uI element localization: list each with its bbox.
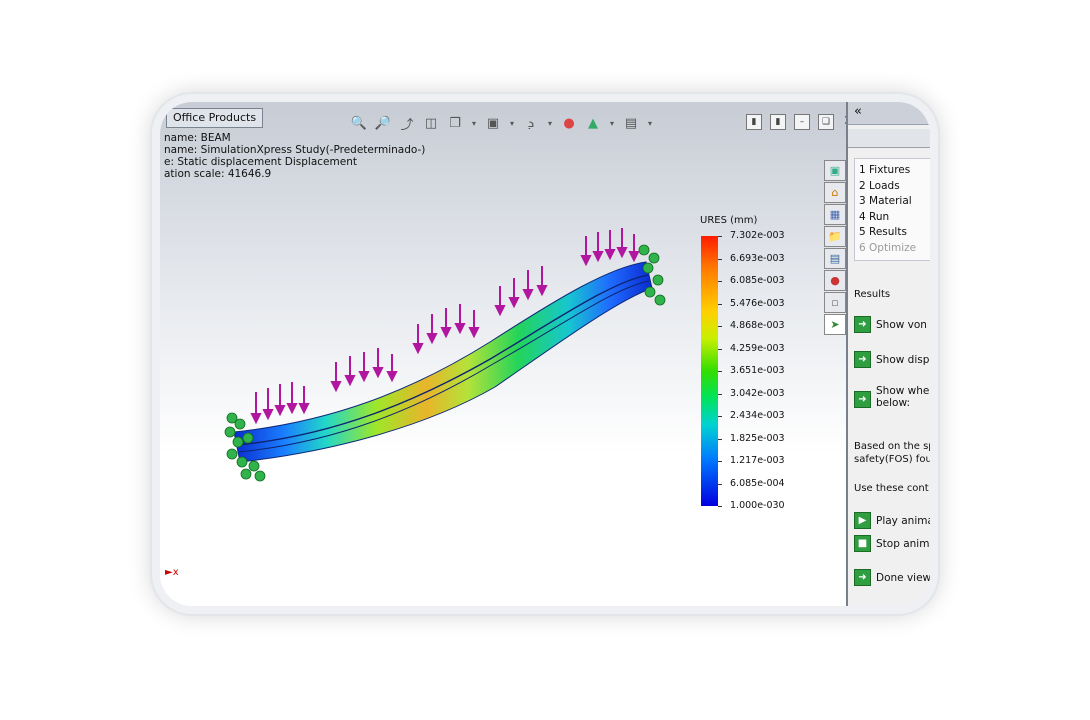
stop-animation-label: Stop anima — [876, 537, 930, 550]
legend-tick — [718, 461, 722, 462]
legend-label: 6.085e-004 — [730, 477, 785, 489]
arrow-right-icon: ➜ — [854, 351, 871, 368]
legend-tick — [718, 483, 722, 485]
legend-label: 7.302e-003 — [730, 230, 785, 241]
legend-label: 1.000e-030 — [730, 500, 785, 511]
show-where-line-1: Show whe — [876, 385, 930, 397]
show-where-button[interactable]: ➜ Show whe below: — [854, 385, 929, 409]
legend-label: 2.434e-003 — [730, 410, 785, 421]
legend-tick — [718, 348, 722, 350]
fos-note: Based on the sp safety(FOS) fou — [854, 440, 930, 466]
legend-label: 1.825e-003 — [730, 432, 785, 444]
view-palette-tab-icon[interactable]: ▤ — [824, 248, 846, 269]
stop-animation-button[interactable]: ■ Stop anima — [854, 535, 930, 552]
beam-plot — [224, 228, 666, 482]
load-arrow-group — [580, 228, 640, 267]
fixture-marker — [234, 418, 246, 430]
home-tab-icon[interactable]: ⌂ — [824, 182, 846, 203]
play-icon: ▶ — [854, 512, 871, 529]
fixture-marker — [642, 262, 654, 274]
fos-note-line-2: safety(FOS) fou — [854, 454, 930, 465]
legend-label: 1.217e-003 — [730, 455, 785, 466]
fixture-marker — [654, 294, 666, 306]
fos-note-line-1: Based on the sp — [854, 441, 930, 452]
fixture-marker — [236, 456, 248, 468]
resources-tab-icon[interactable]: ▣ — [824, 160, 846, 181]
legend-tick — [718, 326, 722, 327]
legend-label: 3.042e-003 — [730, 387, 785, 399]
file-explorer-tab-icon[interactable]: 📁 — [824, 226, 846, 247]
fixture-marker — [652, 274, 664, 286]
show-displacement-label: Show disp — [876, 353, 930, 366]
legend-title: URES (mm) — [700, 215, 758, 226]
axis-triad-icon: ►x — [165, 567, 179, 578]
step-results[interactable]: 5 Results — [859, 225, 927, 241]
beam-flange-line — [237, 274, 649, 446]
legend-color-bar — [701, 236, 718, 506]
arrow-right-icon: ➜ — [854, 391, 871, 408]
design-library-tab-icon[interactable]: ▦ — [824, 204, 846, 225]
load-arrow-group — [494, 266, 548, 317]
legend-tick — [718, 371, 722, 372]
legend-label: 5.476e-003 — [730, 297, 785, 309]
done-viewing-label: Done view — [876, 571, 930, 584]
step-optimize: 6 Optimize — [859, 241, 917, 254]
fixture-marker — [240, 468, 252, 480]
device-frame: Office Products name: BEAM name: Simulat… — [152, 94, 938, 614]
fixture-marker — [254, 470, 266, 482]
controls-note: Use these cont — [854, 483, 929, 494]
legend-tick — [718, 393, 722, 395]
show-von-mises-label: Show von — [876, 318, 927, 331]
legend-tick — [718, 506, 722, 507]
show-displacement-button[interactable]: ➜ Show disp — [854, 351, 929, 368]
fixture-marker — [224, 426, 236, 438]
fixture-marker — [232, 436, 244, 448]
show-where-label: Show whe below: — [876, 385, 929, 409]
play-animation-button[interactable]: ▶ Play anima — [854, 512, 930, 529]
wizard-steps: 1 Fixtures 2 Loads 3 Material 4 Run 5 Re… — [854, 158, 930, 261]
custom-properties-tab-icon[interactable]: ▫ — [824, 292, 846, 313]
legend-label: 4.259e-003 — [730, 342, 785, 354]
simulationxpress-panel: « 1 Fixtures 2 Loads 3 Material 4 Run 5 … — [846, 102, 930, 606]
show-where-line-2: below: — [876, 397, 911, 409]
show-von-mises-button[interactable]: ➜ Show von — [854, 316, 927, 333]
arrow-right-icon: ➜ — [854, 316, 871, 333]
panel-collapse-button[interactable]: « — [848, 102, 930, 125]
fixture-marker — [242, 432, 254, 444]
beam-body — [233, 261, 653, 463]
legend-tick — [718, 281, 722, 282]
legend-label: 6.693e-003 — [730, 252, 785, 264]
legend-tick — [718, 438, 722, 440]
panel-subheader — [848, 129, 930, 148]
screen: Office Products name: BEAM name: Simulat… — [160, 102, 930, 606]
legend-tick — [718, 258, 722, 260]
fixture-marker — [648, 252, 660, 264]
legend-label: 4.868e-003 — [730, 320, 785, 331]
step-fixtures[interactable]: 1 Fixtures — [859, 163, 927, 179]
appearances-tab-icon[interactable]: ● — [824, 270, 846, 291]
load-arrow-group — [250, 382, 310, 425]
step-run[interactable]: 4 Run — [859, 210, 927, 226]
simulationxpress-tab-icon[interactable]: ➤ — [824, 314, 846, 335]
load-arrow-group — [330, 348, 398, 393]
play-animation-label: Play anima — [876, 514, 930, 527]
stop-icon: ■ — [854, 535, 871, 552]
done-viewing-button[interactable]: ➜ Done view — [854, 569, 930, 586]
results-heading: Results — [854, 289, 891, 300]
step-material[interactable]: 3 Material — [859, 194, 927, 210]
fixture-marker — [226, 448, 238, 460]
fixture-marker — [644, 286, 656, 298]
legend-label: 6.085e-003 — [730, 275, 785, 286]
load-arrow-group — [412, 304, 480, 355]
task-pane-tabs: ▣ ⌂ ▦ 📁 ▤ ● ▫ ➤ — [824, 160, 846, 335]
legend-tick — [718, 303, 722, 305]
step-loads[interactable]: 2 Loads — [859, 179, 927, 195]
legend-label: 3.651e-003 — [730, 365, 785, 376]
arrow-right-icon: ➜ — [854, 569, 871, 586]
fixture-marker — [248, 460, 260, 472]
graphics-viewport[interactable]: Office Products name: BEAM name: Simulat… — [160, 102, 855, 606]
legend-tick — [718, 236, 722, 237]
legend-tick — [718, 416, 722, 417]
fixture-marker — [638, 244, 650, 256]
